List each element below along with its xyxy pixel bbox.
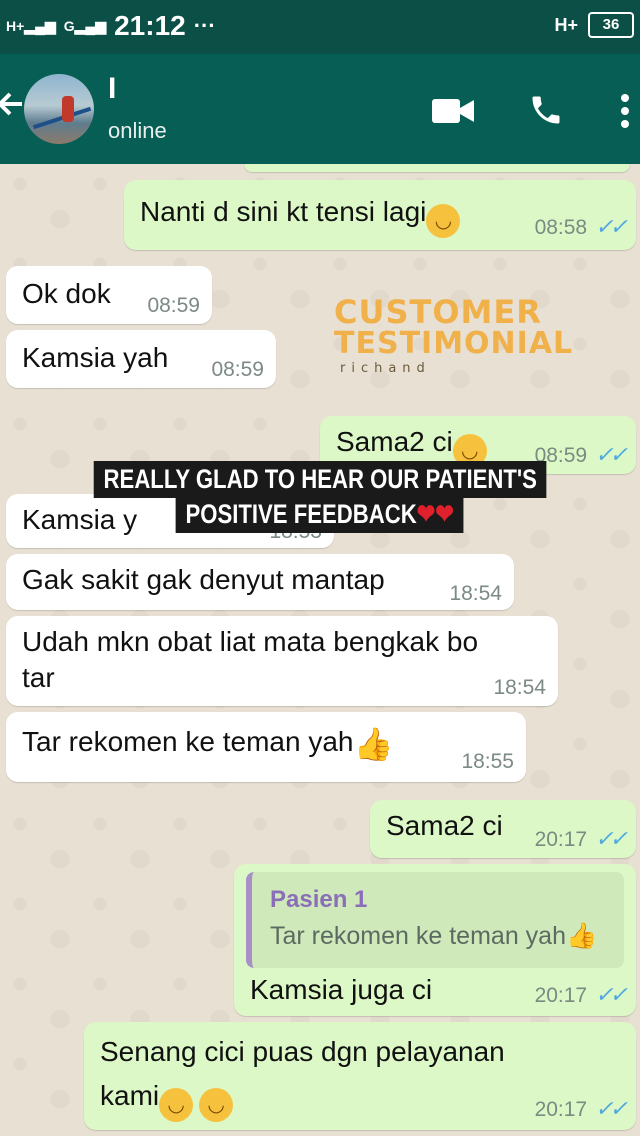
message-incoming[interactable]: Ok dok 08:59 (6, 266, 212, 324)
message-outgoing[interactable]: Sama2 ci 20:17 ✓✓ (370, 800, 636, 858)
read-ticks-icon: ✓✓ (595, 1096, 628, 1121)
message-outgoing[interactable]: Senang cici puas dgn pelayanan kami ◡ ◡ 20… (84, 1022, 636, 1130)
watermark-line-2: TESTIMONIAL (334, 326, 574, 361)
message-text: Gak sakit gak denyut mantap (22, 564, 385, 595)
message-time: 20:17 ✓✓ (534, 1096, 628, 1121)
message-time: 18:54 (493, 676, 546, 699)
message-text: Kamsia juga ci (250, 974, 433, 1005)
read-ticks-icon: ✓✓ (595, 982, 628, 1007)
more-vertical-icon[interactable] (618, 92, 632, 130)
quoted-sender: Pasien 1 (270, 886, 368, 913)
thumbs-up-emoji-icon: 👍 (353, 726, 394, 762)
network-right-indicator: H+ (554, 15, 578, 35)
message-text: Sama2 ci (336, 426, 453, 457)
message-time: 18:54 (449, 582, 502, 605)
arrow-left-icon[interactable] (0, 84, 24, 131)
message-incoming[interactable]: Gak sakit gak denyut mantap 18:54 (6, 554, 514, 610)
quoted-text: Tar rekomen ke teman yah👍 (270, 922, 598, 950)
message-outgoing-reply[interactable]: Pasien 1 Tar rekomen ke teman yah👍 Kamsi… (234, 864, 636, 1016)
smile-emoji-icon: ◡ (426, 204, 461, 238)
smile-emoji-icon: ◡ (199, 1088, 234, 1122)
network-indicator: H+▂▄▆ (6, 18, 56, 34)
video-camera-icon[interactable] (432, 96, 474, 126)
message-outgoing[interactable]: Nanti d sini kt tensi lagi ◡ 08:58 ✓✓ (124, 180, 636, 250)
smile-emoji-icon: ◡ (159, 1088, 194, 1122)
message-incoming[interactable]: Udah mkn obat liat mata bengkak bo tar 1… (6, 616, 558, 706)
read-ticks-icon: ✓✓ (595, 826, 628, 851)
avatar[interactable] (24, 74, 94, 144)
message-text: Sama2 ci (386, 810, 503, 841)
battery-icon: 36 (588, 12, 634, 38)
message-incoming[interactable]: Kamsia yah 08:59 (6, 330, 276, 388)
message-time: 20:17 ✓✓ (534, 826, 628, 851)
message-time: 20:17 ✓✓ (534, 982, 628, 1007)
network-indicator-2: G▂▄▆ (63, 18, 107, 34)
message-text-line-2: tar (22, 662, 55, 693)
watermark-line-1: CUSTOMER (334, 293, 542, 331)
contact-name[interactable]: I (108, 72, 116, 106)
clock: 21:12 (114, 10, 186, 41)
message-text: Ok dok (22, 278, 111, 309)
message-time: 08:59 (147, 294, 200, 317)
message-text: Tar rekomen ke teman yah (22, 726, 354, 757)
video-caption: REALLY GLAD TO HEAR OUR PATIENT'S POSITI… (0, 461, 640, 533)
caption-line-2: POSITIVE FEEDBACK (185, 499, 418, 529)
status-bar: H+▂▄▆ G▂▄▆ 21:12 ··· H+ 36 (0, 0, 640, 54)
message-text-line-1: Senang cici puas dgn pelayanan (100, 1036, 505, 1067)
read-ticks-icon: ✓✓ (595, 214, 628, 239)
status-right: H+ 36 (554, 12, 634, 38)
more-notifications-icon: ··· (193, 13, 216, 38)
message-text: Nanti d sini kt tensi lagi (140, 196, 427, 227)
quoted-message[interactable]: Pasien 1 Tar rekomen ke teman yah👍 (246, 872, 624, 968)
caption-line-1: REALLY GLAD TO HEAR OUR PATIENT'S (93, 461, 547, 498)
message-time: 08:58 ✓✓ (534, 214, 628, 239)
message-text: Kamsia yah (22, 342, 169, 373)
heart-emoji-icon: ❤❤ (417, 499, 455, 529)
message-time: 18:55 (461, 750, 514, 773)
chat-header: I online (0, 54, 640, 164)
status-left: H+▂▄▆ G▂▄▆ 21:12 ··· (6, 10, 216, 42)
contact-status: online (108, 118, 167, 143)
message-bubble-partial (244, 164, 630, 172)
message-time: 08:59 (211, 358, 264, 381)
phone-icon[interactable] (528, 92, 564, 128)
message-text-line-2: kami (100, 1080, 160, 1111)
message-text-line-1: Udah mkn obat liat mata bengkak bo (22, 626, 479, 657)
watermark-line-3: richand (340, 361, 431, 376)
watermark-logo: CUSTOMER TESTIMONIAL richand (334, 296, 573, 378)
message-incoming[interactable]: Tar rekomen ke teman yah👍 18:55 (6, 712, 526, 782)
